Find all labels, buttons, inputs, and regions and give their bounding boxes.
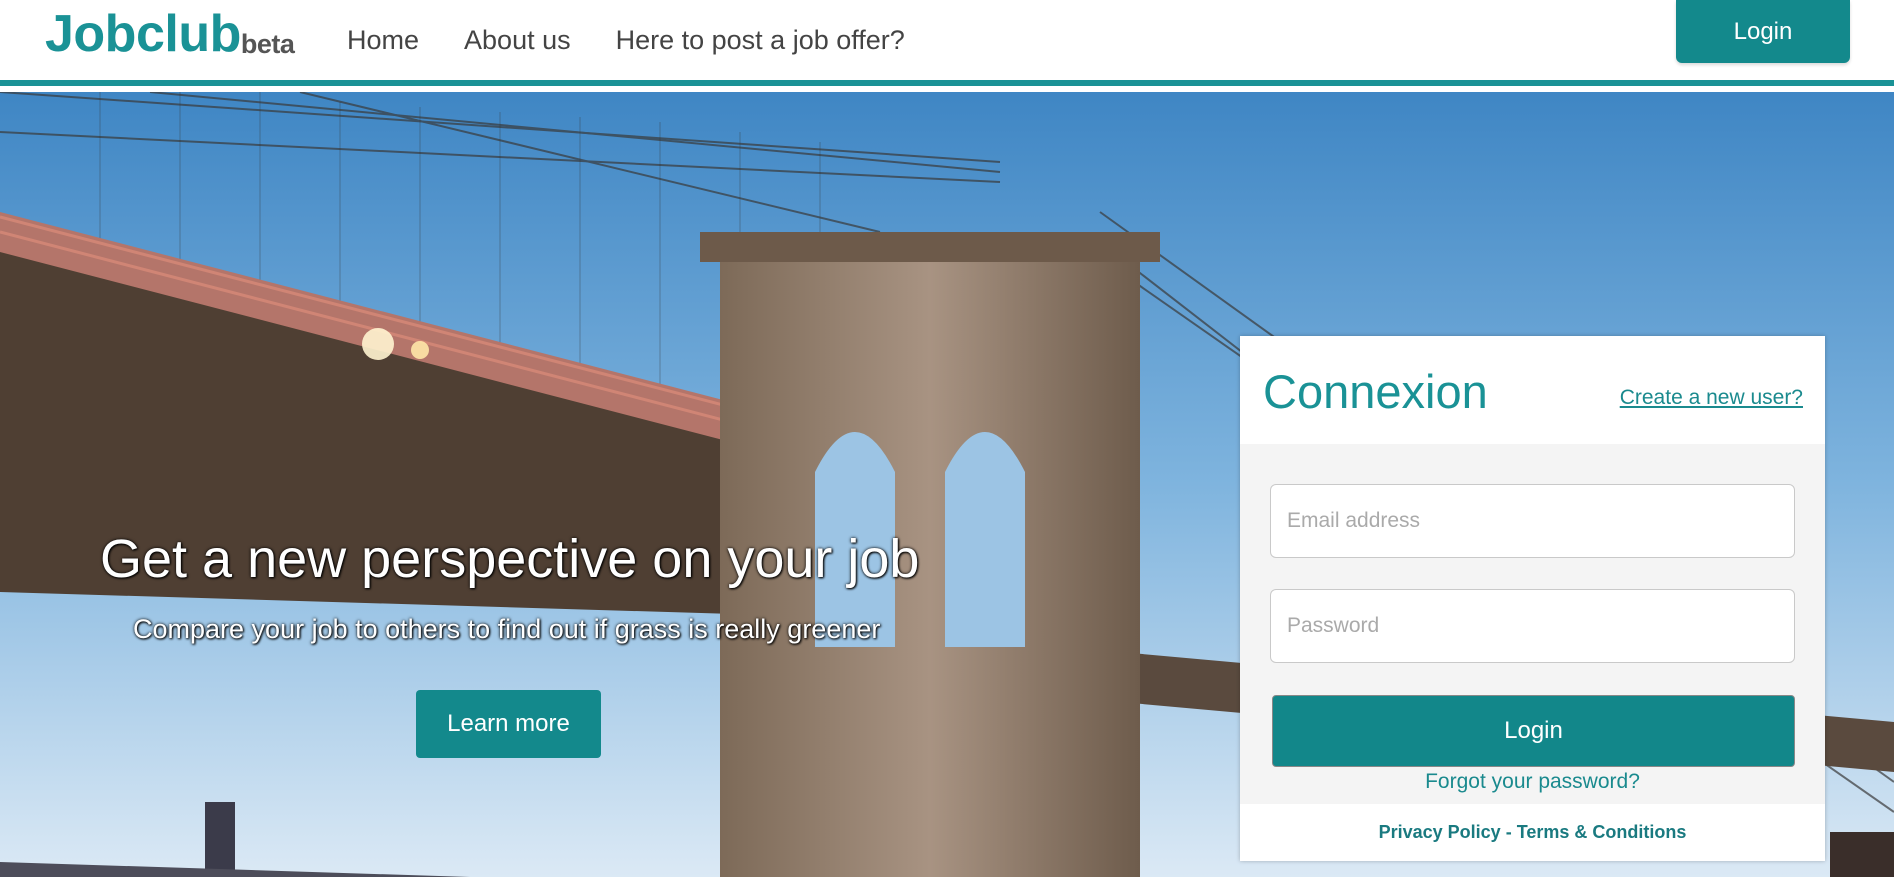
email-field[interactable] <box>1270 484 1795 558</box>
forgot-password-link[interactable]: Forgot your password? <box>1240 770 1825 794</box>
terms-link[interactable]: Terms & Conditions <box>1517 822 1687 842</box>
logo-beta-tag: beta <box>240 29 295 59</box>
main-nav: Home About us Here to post a job offer? <box>347 25 905 56</box>
legal-links: Privacy Policy - Terms & Conditions <box>1240 822 1825 843</box>
learn-more-button[interactable]: Learn more <box>416 690 601 758</box>
login-panel-title: Connexion <box>1263 365 1488 418</box>
nav-about-link[interactable]: About us <box>464 25 571 56</box>
hero-subtitle: Compare your job to others to find out i… <box>133 614 881 644</box>
nav-home-link[interactable]: Home <box>347 25 419 56</box>
password-field[interactable] <box>1270 589 1795 663</box>
login-panel-header: Connexion Create a new user? <box>1240 336 1825 444</box>
nav-post-job-link[interactable]: Here to post a job offer? <box>616 25 905 56</box>
site-logo[interactable]: Jobclubbeta <box>45 4 295 64</box>
top-navbar: Jobclubbeta Home About us Here to post a… <box>0 0 1894 86</box>
logo-text: Jobclub <box>45 5 241 63</box>
privacy-policy-link[interactable]: Privacy Policy <box>1379 822 1501 842</box>
header-login-button[interactable]: Login <box>1676 0 1850 63</box>
legal-separator: - <box>1505 822 1512 842</box>
login-submit-button[interactable]: Login <box>1272 695 1795 767</box>
create-user-link[interactable]: Create a new user? <box>1620 386 1803 410</box>
hero-title: Get a new perspective on your job <box>100 529 920 589</box>
